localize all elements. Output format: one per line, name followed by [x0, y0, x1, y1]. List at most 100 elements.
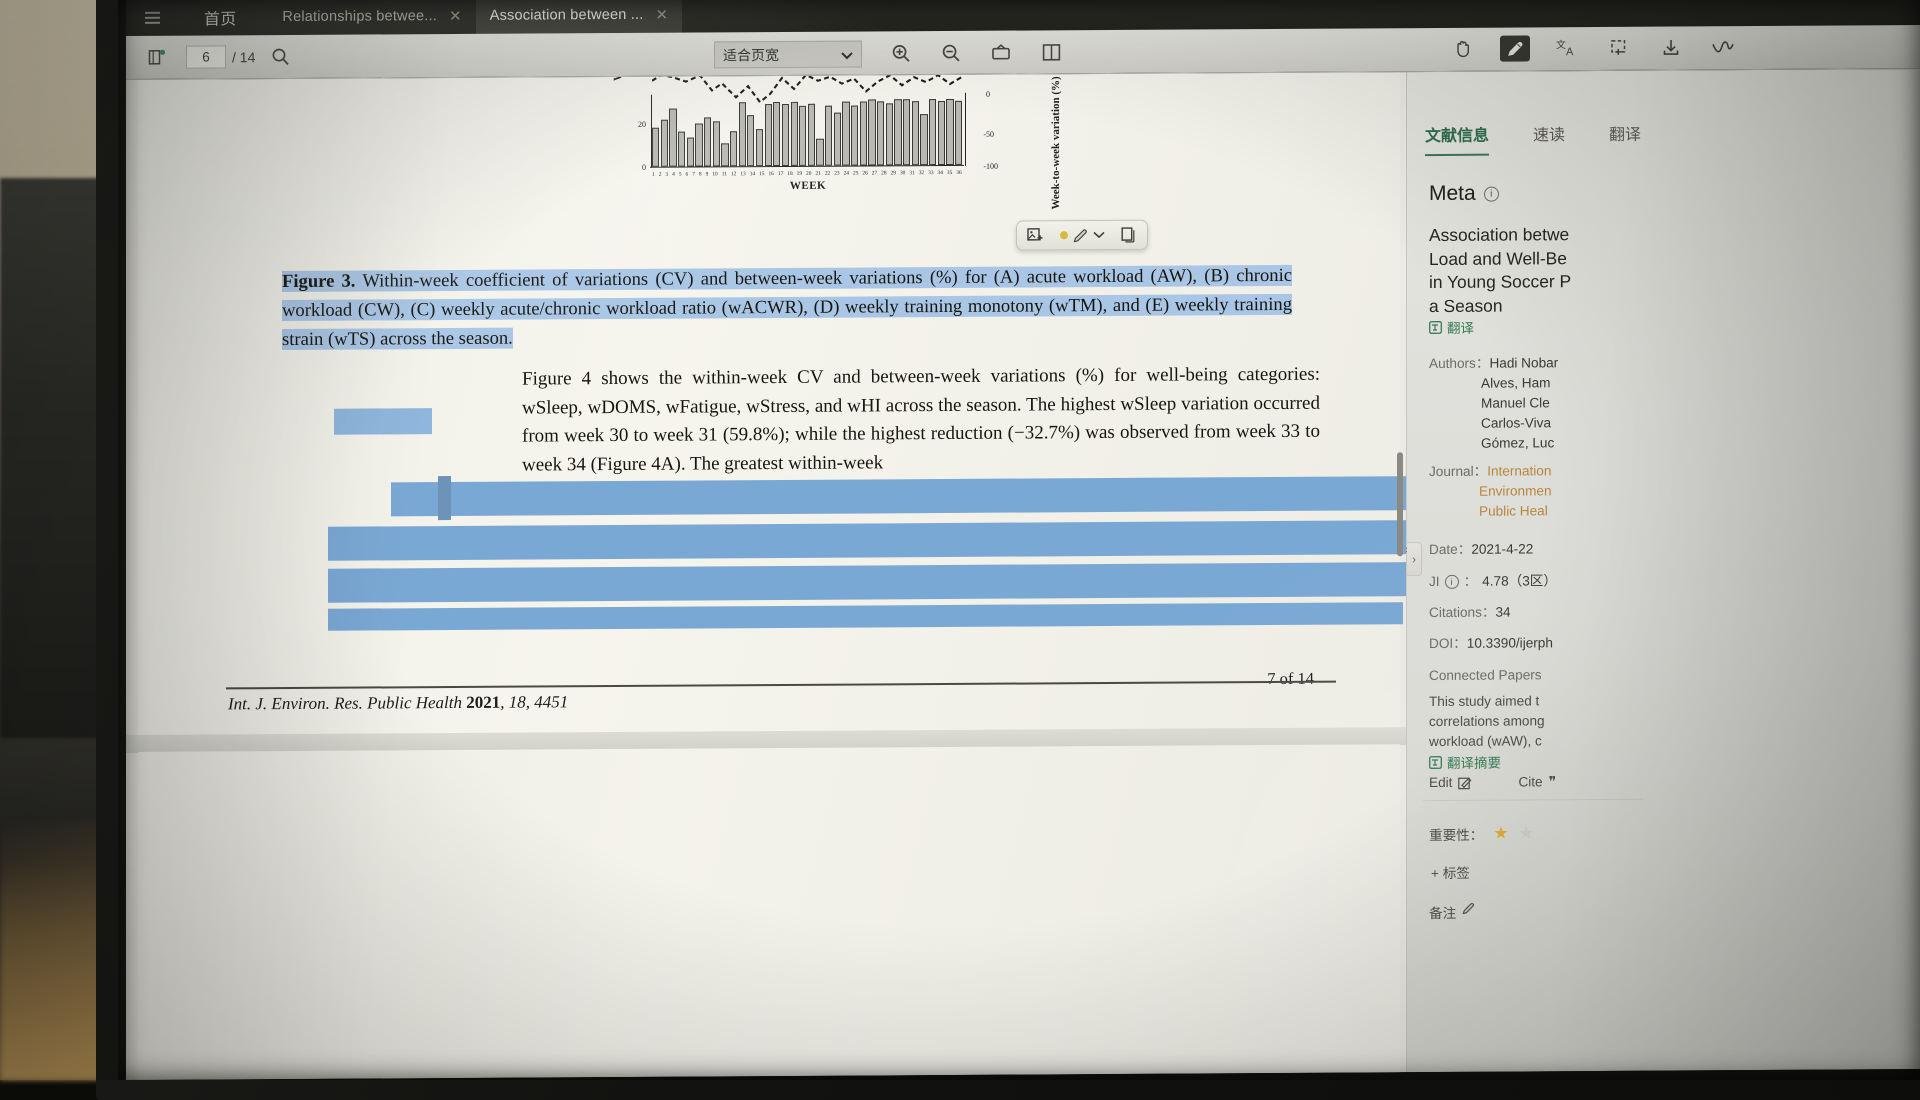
zoom-in-icon[interactable]	[886, 40, 916, 66]
sidebar-tab-translate-label: 翻译	[1609, 127, 1641, 144]
chart-x-tick: 23	[834, 171, 839, 177]
translate-title-label: 翻译	[1447, 317, 1474, 337]
citations-field: Citations：34	[1429, 603, 1511, 623]
info-icon[interactable]: i	[1445, 575, 1459, 589]
zoom-level-select[interactable]: 适合页宽	[714, 41, 862, 69]
sidebar-collapse-handle[interactable]: ›	[1407, 542, 1422, 576]
document-pane[interactable]: Within-week CV (%) Week-to-week variatio…	[126, 72, 1406, 1080]
chart-x-tick: 15	[759, 171, 764, 177]
thumbnail-panel-icon[interactable]	[142, 44, 172, 70]
sidebar-tab-quick-read[interactable]: 速读	[1533, 121, 1565, 155]
star-icon-empty[interactable]: ★	[1519, 823, 1534, 843]
close-icon[interactable]: ✕	[655, 6, 668, 24]
chart-x-tick: 22	[825, 171, 830, 177]
body-paragraph-1-text: Figure 4 shows the within-week CV and be…	[522, 364, 1320, 476]
copy-icon[interactable]	[1121, 227, 1137, 243]
journal-name-line[interactable]: Environmen	[1479, 483, 1552, 498]
chart-x-tick: 36	[956, 170, 961, 176]
edit-icon	[1458, 775, 1472, 789]
chart-x-tick: 3	[665, 172, 668, 178]
tab-home[interactable]: 首页	[172, 0, 268, 36]
pencil-icon	[1462, 902, 1475, 915]
chart-x-tick: 6	[686, 172, 689, 178]
sidebar-tab-literature-info-label: 文献信息	[1425, 128, 1489, 145]
add-image-icon[interactable]	[1027, 227, 1044, 243]
chart-x-tick: 2	[659, 172, 662, 178]
chart-x-tick: 32	[919, 170, 924, 176]
author-name: Manuel Cle	[1481, 395, 1550, 410]
sidebar-tab-translate[interactable]: 翻译	[1609, 121, 1641, 155]
translate-abstract-button[interactable]: 翻译摘要	[1429, 752, 1501, 772]
svg-text:A: A	[1566, 46, 1574, 58]
star-icon-filled[interactable]: ★	[1493, 824, 1508, 844]
floating-annotation-toolbar[interactable]	[1016, 220, 1148, 251]
edit-button[interactable]: Edit	[1429, 774, 1472, 791]
highlight-pen-icon[interactable]	[1500, 35, 1530, 61]
author-name: Hadi Nobar	[1489, 355, 1558, 370]
close-icon[interactable]: ✕	[449, 7, 462, 25]
document-scrollbar[interactable]	[1396, 72, 1404, 1072]
chart-x-tick: 21	[815, 171, 820, 177]
journal-footer: Int. J. Environ. Res. Public Health 2021…	[228, 692, 568, 714]
color-swatch[interactable]	[1060, 231, 1068, 239]
paper-title-line: Load and Well-Be	[1429, 246, 1629, 271]
rotate-icon[interactable]	[986, 40, 1016, 66]
metadata-sidebar: 文献信息 速读 翻译 Meta i Association betwe Load…	[1406, 69, 1920, 1072]
translate-icon[interactable]: 文 A	[1552, 35, 1582, 61]
download-icon[interactable]	[1656, 34, 1686, 60]
cite-label: Cite	[1518, 774, 1542, 789]
signature-icon[interactable]	[1708, 34, 1738, 60]
journal-name-line[interactable]: Internation	[1487, 463, 1551, 478]
zoom-controls	[886, 39, 1066, 66]
connected-papers-field[interactable]: Connected Papers	[1429, 665, 1542, 686]
page-number-input[interactable]: 6	[186, 45, 226, 68]
selection-block	[328, 520, 1406, 561]
chart-x-tick-labels: 1234567891011121314151617181920212223242…	[652, 170, 962, 178]
abstract-line: This study aimed t	[1429, 691, 1659, 712]
citations-value: 34	[1495, 605, 1510, 620]
split-view-icon[interactable]	[1036, 39, 1066, 65]
journal-footer-year: 2021	[466, 693, 500, 712]
chart-bar	[816, 139, 823, 166]
tab-association[interactable]: Association between ... ✕	[476, 0, 683, 34]
chart-bar	[721, 144, 728, 167]
tab-relationships[interactable]: Relationships betwee... ✕	[268, 0, 475, 35]
abstract-preview: This study aimed t correlations among wo…	[1429, 691, 1659, 752]
meta-title: Meta	[1429, 182, 1476, 206]
date-field: Date：2021-4-22	[1429, 539, 1533, 560]
page-total-label: / 14	[232, 49, 255, 65]
connected-papers-label: Connected Papers	[1429, 667, 1542, 683]
highlight-color-picker[interactable]	[1060, 227, 1105, 244]
doi-field: DOI：10.3390/ijerph	[1429, 633, 1553, 654]
info-icon[interactable]: i	[1484, 186, 1499, 201]
figure-3-chart: Within-week CV (%) Week-to-week variatio…	[618, 72, 998, 189]
chart-bar	[713, 121, 720, 166]
snapshot-crop-icon[interactable]	[1604, 35, 1634, 61]
figure-caption-label: Figure 3.	[282, 271, 355, 292]
chevron-right-icon: ›	[1412, 552, 1416, 566]
impact-factor-field: JI i ： 4.78（3区）	[1429, 571, 1557, 592]
cite-button[interactable]: Cite ❞	[1518, 773, 1556, 790]
note-button[interactable]: 备注	[1429, 902, 1475, 922]
doi-value[interactable]: 10.3390/ijerph	[1467, 635, 1553, 651]
hand-tool-icon[interactable]	[1448, 36, 1478, 62]
chart-x-tick: 26	[862, 170, 867, 176]
sidebar-tabs: 文献信息 速读 翻译	[1425, 121, 1641, 156]
search-icon[interactable]	[265, 43, 295, 69]
chart-bar	[661, 119, 668, 166]
app-body: Within-week CV (%) Week-to-week variatio…	[126, 69, 1920, 1080]
author-name: Carlos-Viva	[1481, 415, 1551, 430]
zoom-out-icon[interactable]	[936, 40, 966, 66]
sidebar-tab-literature-info[interactable]: 文献信息	[1425, 122, 1489, 156]
chart-y2-axis-label: Week-to-week variation (%)	[1050, 76, 1062, 209]
chevron-down-icon	[841, 46, 853, 62]
hamburger-icon[interactable]	[126, 12, 172, 24]
tab-association-label: Association between ...	[490, 7, 644, 24]
chart-x-tick: 30	[900, 170, 905, 176]
translate-title-button[interactable]: 翻译	[1429, 317, 1474, 337]
add-tag-button[interactable]: + 标签	[1431, 862, 1470, 882]
impact-factor-value: 4.78（3区）	[1482, 571, 1557, 591]
footer-rule	[226, 681, 1336, 689]
chart-x-tick: 17	[778, 171, 783, 177]
journal-name-line[interactable]: Public Heal	[1479, 503, 1548, 518]
